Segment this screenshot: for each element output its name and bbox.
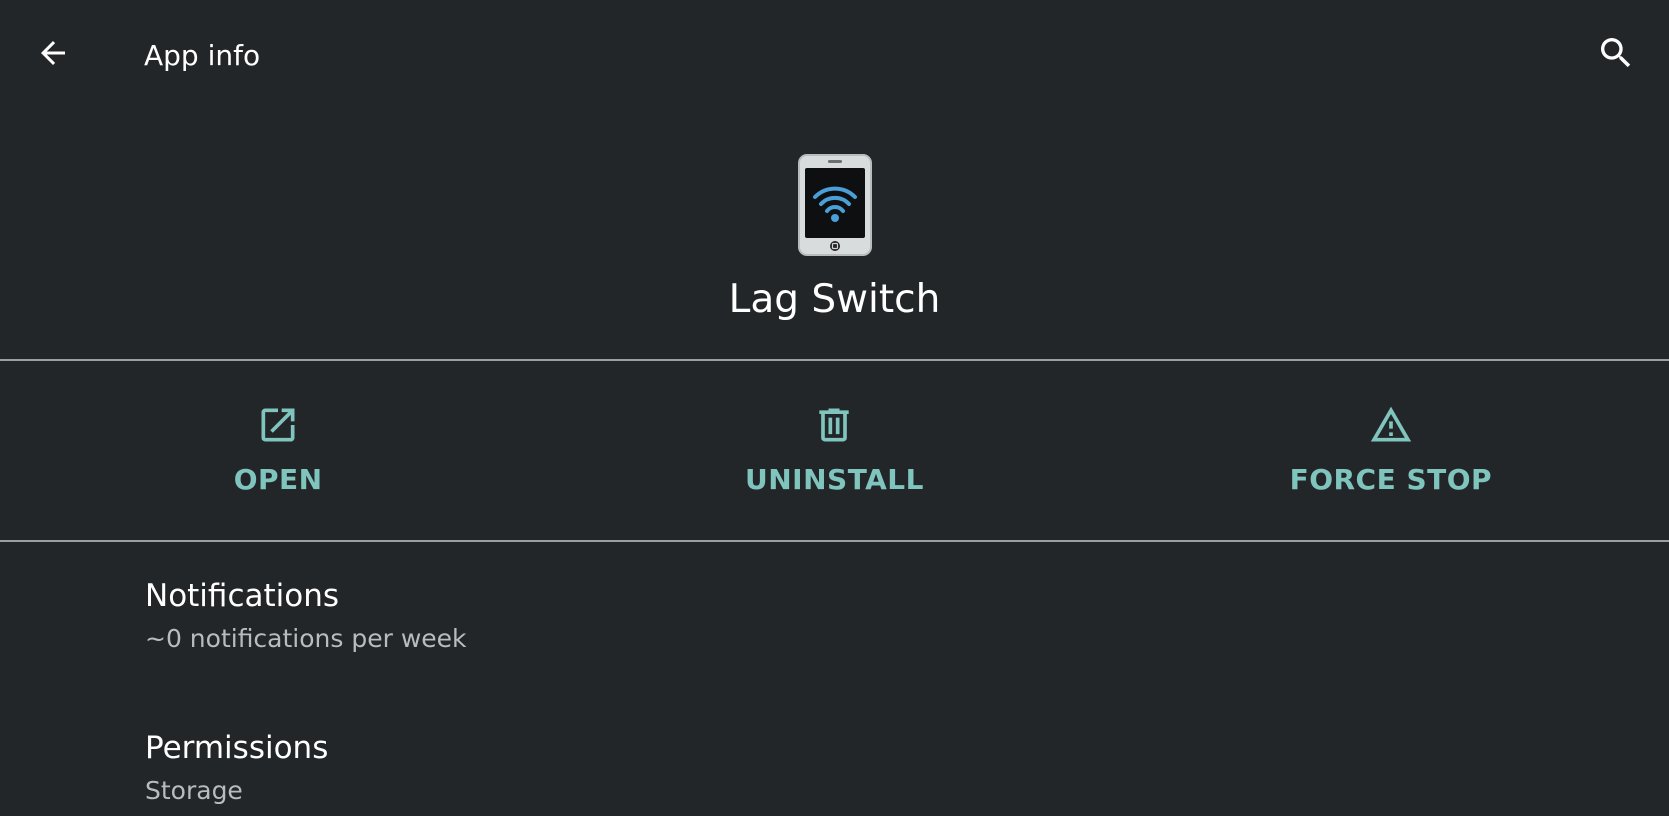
action-bar: OPEN UNINSTALL FORCE STOP xyxy=(0,361,1669,540)
divider xyxy=(0,540,1669,542)
app-name: Lag Switch xyxy=(728,277,941,322)
permissions-summary: Storage xyxy=(145,776,243,805)
permissions-item[interactable]: Permissions Storage xyxy=(0,712,1669,816)
search-button[interactable] xyxy=(1585,22,1647,84)
app-bar: App info xyxy=(0,0,1669,112)
permissions-title: Permissions xyxy=(145,730,329,766)
app-info-screen: App info Lag Switch OPEN UNINSTALL FORCE… xyxy=(0,0,1669,816)
force-stop-label: FORCE STOP xyxy=(1289,463,1493,496)
page-title: App info xyxy=(144,39,261,72)
uninstall-label: UNINSTALL xyxy=(745,463,924,496)
uninstall-button[interactable]: UNINSTALL xyxy=(556,361,1112,540)
trash-icon xyxy=(812,403,856,447)
force-stop-button[interactable]: FORCE STOP xyxy=(1113,361,1669,540)
arrow-back-icon xyxy=(41,41,65,65)
notifications-item[interactable]: Notifications ~0 notifications per week xyxy=(0,560,1669,690)
open-external-icon xyxy=(256,403,300,447)
open-button[interactable]: OPEN xyxy=(0,361,556,540)
phone-wifi-app-icon xyxy=(798,154,872,256)
back-button[interactable] xyxy=(22,22,84,84)
notifications-summary: ~0 notifications per week xyxy=(145,624,467,653)
notifications-title: Notifications xyxy=(145,578,340,614)
warning-icon xyxy=(1369,403,1413,447)
search-icon xyxy=(1601,38,1631,68)
open-label: OPEN xyxy=(233,463,323,496)
